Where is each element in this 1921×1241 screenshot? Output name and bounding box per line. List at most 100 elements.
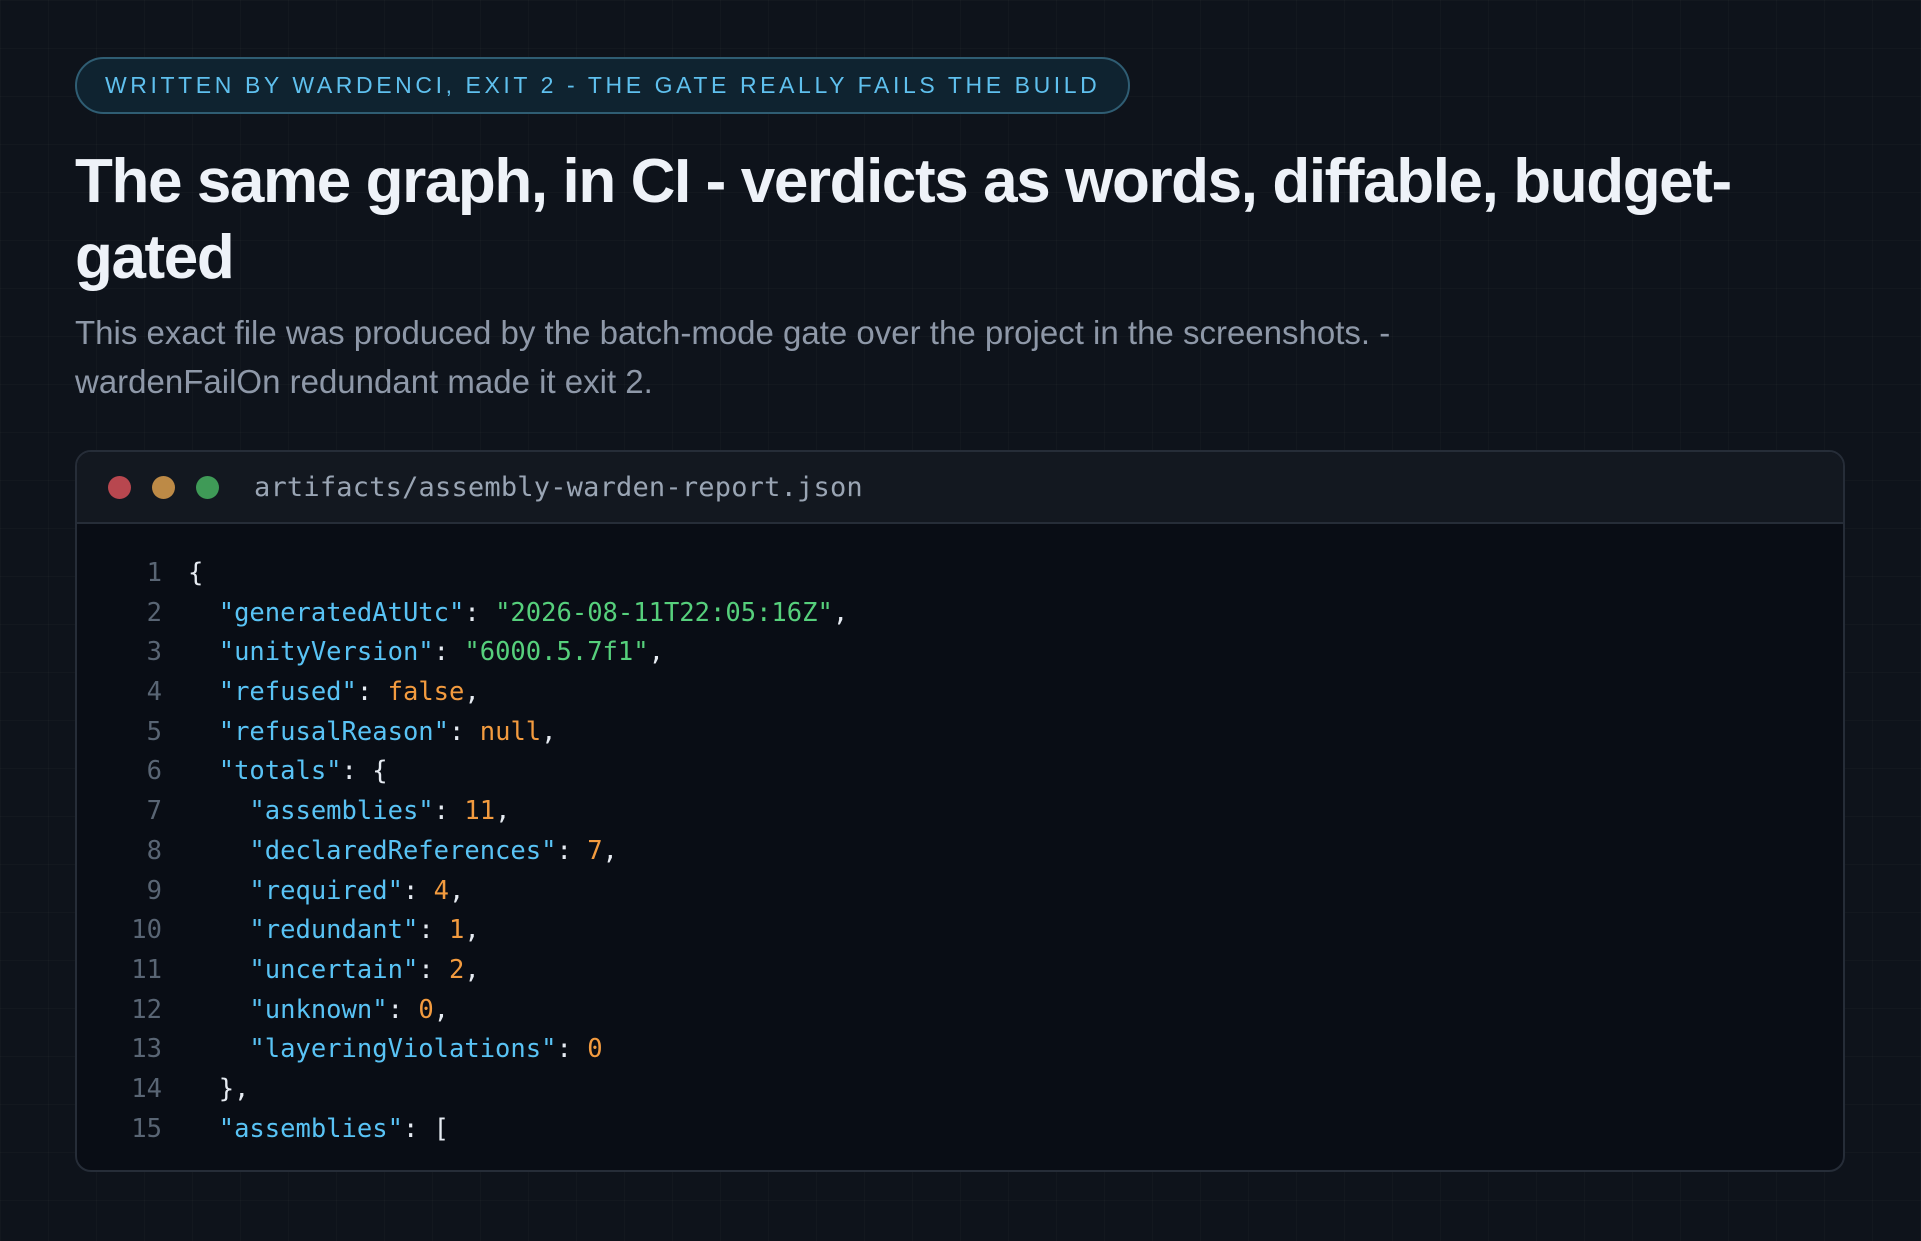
code-text: "generatedAtUtc": "2026-08-11T22:05:16Z"… bbox=[188, 594, 848, 634]
code-line: 5 "refusalReason": null, bbox=[77, 713, 1843, 753]
json-literal: false bbox=[387, 677, 465, 708]
file-name: artifacts/assembly-warden-report.json bbox=[254, 471, 863, 503]
json-punctuation bbox=[188, 677, 219, 707]
code-text: "declaredReferences": 7, bbox=[188, 832, 617, 872]
line-number: 13 bbox=[131, 1034, 162, 1065]
line-number: 7 bbox=[146, 796, 162, 827]
json-punctuation: , bbox=[495, 796, 511, 827]
json-punctuation bbox=[188, 756, 219, 786]
json-literal: null bbox=[479, 716, 542, 747]
json-punctuation: , bbox=[464, 677, 480, 708]
code-text: "refusalReason": null, bbox=[188, 713, 557, 753]
line-number: 6 bbox=[146, 756, 162, 787]
line-number: 5 bbox=[146, 716, 162, 747]
json-string: "2026-08-11T22:05:16Z" bbox=[495, 597, 833, 628]
json-punctuation: , bbox=[648, 637, 664, 668]
minimize-dot-icon[interactable] bbox=[152, 475, 175, 499]
json-punctuation: { bbox=[188, 558, 204, 588]
json-key: "totals" bbox=[218, 756, 342, 787]
json-key: "unityVersion" bbox=[218, 637, 434, 668]
json-punctuation: , bbox=[433, 994, 450, 1025]
line-number: 12 bbox=[131, 994, 162, 1025]
json-punctuation: }, bbox=[188, 1073, 250, 1104]
close-dot-icon[interactable] bbox=[108, 475, 131, 499]
json-punctuation: : [ bbox=[402, 1113, 450, 1144]
code-text: "unityVersion": "6000.5.7f1", bbox=[188, 633, 664, 673]
code-text: }, bbox=[188, 1070, 250, 1110]
json-key: "refusalReason" bbox=[218, 716, 450, 747]
json-key: "assemblies" bbox=[249, 796, 434, 827]
line-number: 8 bbox=[146, 835, 162, 866]
code-text: "uncertain": 2, bbox=[188, 951, 480, 991]
json-literal: 1 bbox=[449, 915, 465, 946]
code-line: 1{ bbox=[77, 554, 1843, 594]
json-punctuation: , bbox=[832, 597, 849, 628]
line-number: 4 bbox=[146, 677, 162, 708]
json-literal: 7 bbox=[587, 835, 603, 866]
json-punctuation bbox=[188, 915, 249, 945]
json-punctuation bbox=[188, 598, 219, 628]
json-string: "6000.5.7f1" bbox=[464, 637, 649, 668]
json-punctuation bbox=[188, 955, 249, 985]
json-punctuation bbox=[188, 637, 219, 667]
json-literal: 4 bbox=[433, 875, 450, 906]
line-number: 10 bbox=[131, 915, 162, 946]
line-number: 2 bbox=[146, 597, 162, 628]
code-text: "unknown": 0, bbox=[188, 991, 449, 1031]
json-punctuation: : bbox=[433, 637, 465, 668]
json-key: "uncertain" bbox=[249, 954, 419, 985]
code-line: 7 "assemblies": 11, bbox=[77, 792, 1843, 832]
json-punctuation: : bbox=[556, 1034, 588, 1065]
line-number: 3 bbox=[146, 637, 162, 668]
page-subtitle: This exact file was produced by the batc… bbox=[75, 314, 1391, 400]
code-text: "redundant": 1, bbox=[188, 911, 479, 951]
json-literal: 2 bbox=[449, 954, 465, 985]
code-line: 12 "unknown": 0, bbox=[77, 991, 1843, 1031]
json-punctuation bbox=[188, 1114, 219, 1144]
page-title: The same graph, in CI - verdicts as word… bbox=[75, 147, 1732, 292]
code-text: "required": 4, bbox=[188, 872, 464, 912]
code-text: "assemblies": [ bbox=[188, 1110, 449, 1150]
json-key: "declaredReferences" bbox=[249, 835, 557, 866]
json-literal: 0 bbox=[418, 994, 434, 1025]
json-punctuation: : bbox=[418, 954, 450, 985]
code-window: artifacts/assembly-warden-report.json 1{… bbox=[75, 450, 1845, 1172]
code-line: 6 "totals": { bbox=[77, 752, 1843, 792]
code-line: 9 "required": 4, bbox=[77, 872, 1843, 912]
code-line: 2 "generatedAtUtc": "2026-08-11T22:05:16… bbox=[77, 594, 1843, 634]
json-punctuation: : bbox=[433, 796, 465, 827]
maximize-dot-icon[interactable] bbox=[196, 475, 219, 499]
code-line: 4 "refused": false, bbox=[77, 673, 1843, 713]
json-key: "generatedAtUtc" bbox=[218, 597, 465, 628]
page-content: WRITTEN BY WARDENCI, EXIT 2 - THE GATE R… bbox=[75, 57, 1845, 1172]
json-punctuation: : { bbox=[341, 756, 388, 787]
line-number: 9 bbox=[146, 875, 162, 906]
code-text: { bbox=[188, 554, 203, 594]
json-punctuation: , bbox=[541, 716, 557, 747]
json-punctuation: , bbox=[464, 954, 480, 985]
code-line: 14 }, bbox=[77, 1070, 1843, 1110]
json-literal: 0 bbox=[587, 1034, 603, 1065]
json-punctuation: : bbox=[449, 716, 480, 747]
json-punctuation: : bbox=[418, 915, 450, 946]
json-punctuation: : bbox=[464, 597, 496, 628]
json-key: "redundant" bbox=[249, 915, 419, 946]
json-key: "assemblies" bbox=[218, 1113, 403, 1144]
eyebrow-badge: WRITTEN BY WARDENCI, EXIT 2 - THE GATE R… bbox=[75, 57, 1131, 114]
json-punctuation bbox=[188, 1034, 249, 1064]
json-punctuation bbox=[188, 995, 249, 1025]
line-number: 11 bbox=[131, 954, 162, 985]
code-text: "layeringViolations": 0 bbox=[188, 1030, 603, 1070]
code-line: 8 "declaredReferences": 7, bbox=[77, 832, 1843, 872]
json-punctuation bbox=[188, 717, 219, 747]
code-line: 10 "redundant": 1, bbox=[77, 911, 1843, 951]
json-literal: 11 bbox=[464, 796, 496, 827]
json-key: "layeringViolations" bbox=[249, 1034, 557, 1065]
code-text: "refused": false, bbox=[188, 673, 480, 713]
code-line: 11 "uncertain": 2, bbox=[77, 951, 1843, 991]
json-punctuation: : bbox=[356, 677, 388, 708]
json-punctuation: : bbox=[402, 875, 434, 906]
json-punctuation: , bbox=[449, 875, 465, 906]
line-number: 15 bbox=[131, 1113, 162, 1144]
line-number: 14 bbox=[131, 1073, 162, 1104]
